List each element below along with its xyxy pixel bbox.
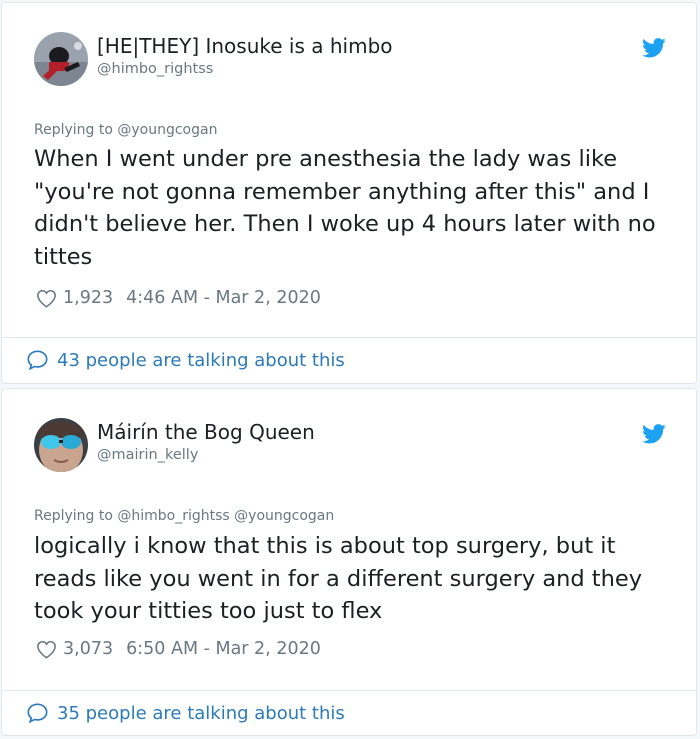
heart-icon[interactable] <box>36 289 57 308</box>
twitter-bird-icon[interactable] <box>642 37 666 59</box>
divider <box>2 337 696 338</box>
display-name[interactable]: Máirín the Bog Queen <box>97 420 315 444</box>
conversation-label[interactable]: 35 people are talking about this <box>57 703 345 724</box>
user-handle[interactable]: @himbo_rightss <box>97 61 213 77</box>
divider <box>2 690 696 691</box>
timestamp[interactable]: 6:50 AM - Mar 2, 2020 <box>126 639 321 659</box>
avatar[interactable] <box>34 32 88 86</box>
conversation-link[interactable]: 43 people are talking about this <box>26 349 345 371</box>
like-count[interactable]: 3,073 <box>63 639 113 659</box>
comment-bubble-icon <box>27 350 48 371</box>
twitter-bird-icon[interactable] <box>642 423 666 445</box>
tweet-card: Máirín the Bog Queen @mairin_kelly Reply… <box>1 388 697 736</box>
tweet-meta: 3,073 6:50 AM - Mar 2, 2020 <box>36 639 321 659</box>
user-handle[interactable]: @mairin_kelly <box>97 447 198 463</box>
display-name[interactable]: [HE|THEY] Inosuke is a himbo <box>97 34 393 58</box>
timestamp[interactable]: 4:46 AM - Mar 2, 2020 <box>126 288 321 308</box>
like-count[interactable]: 1,923 <box>63 288 113 308</box>
tweet-meta: 1,923 4:46 AM - Mar 2, 2020 <box>36 288 321 308</box>
conversation-link[interactable]: 35 people are talking about this <box>26 702 345 724</box>
conversation-label[interactable]: 43 people are talking about this <box>57 350 345 371</box>
avatar[interactable] <box>34 418 88 472</box>
comment-bubble-icon <box>27 703 48 724</box>
replying-to[interactable]: Replying to @himbo_rightss @youngcogan <box>34 508 334 524</box>
tweet-card: [HE|THEY] Inosuke is a himbo @himbo_righ… <box>1 2 697 384</box>
tweet-text: logically i know that this is about top … <box>34 533 643 624</box>
replying-to[interactable]: Replying to @youngcogan <box>34 122 217 138</box>
heart-icon[interactable] <box>36 640 57 659</box>
tweet-text: When I went under pre anesthesia the lad… <box>34 146 656 270</box>
